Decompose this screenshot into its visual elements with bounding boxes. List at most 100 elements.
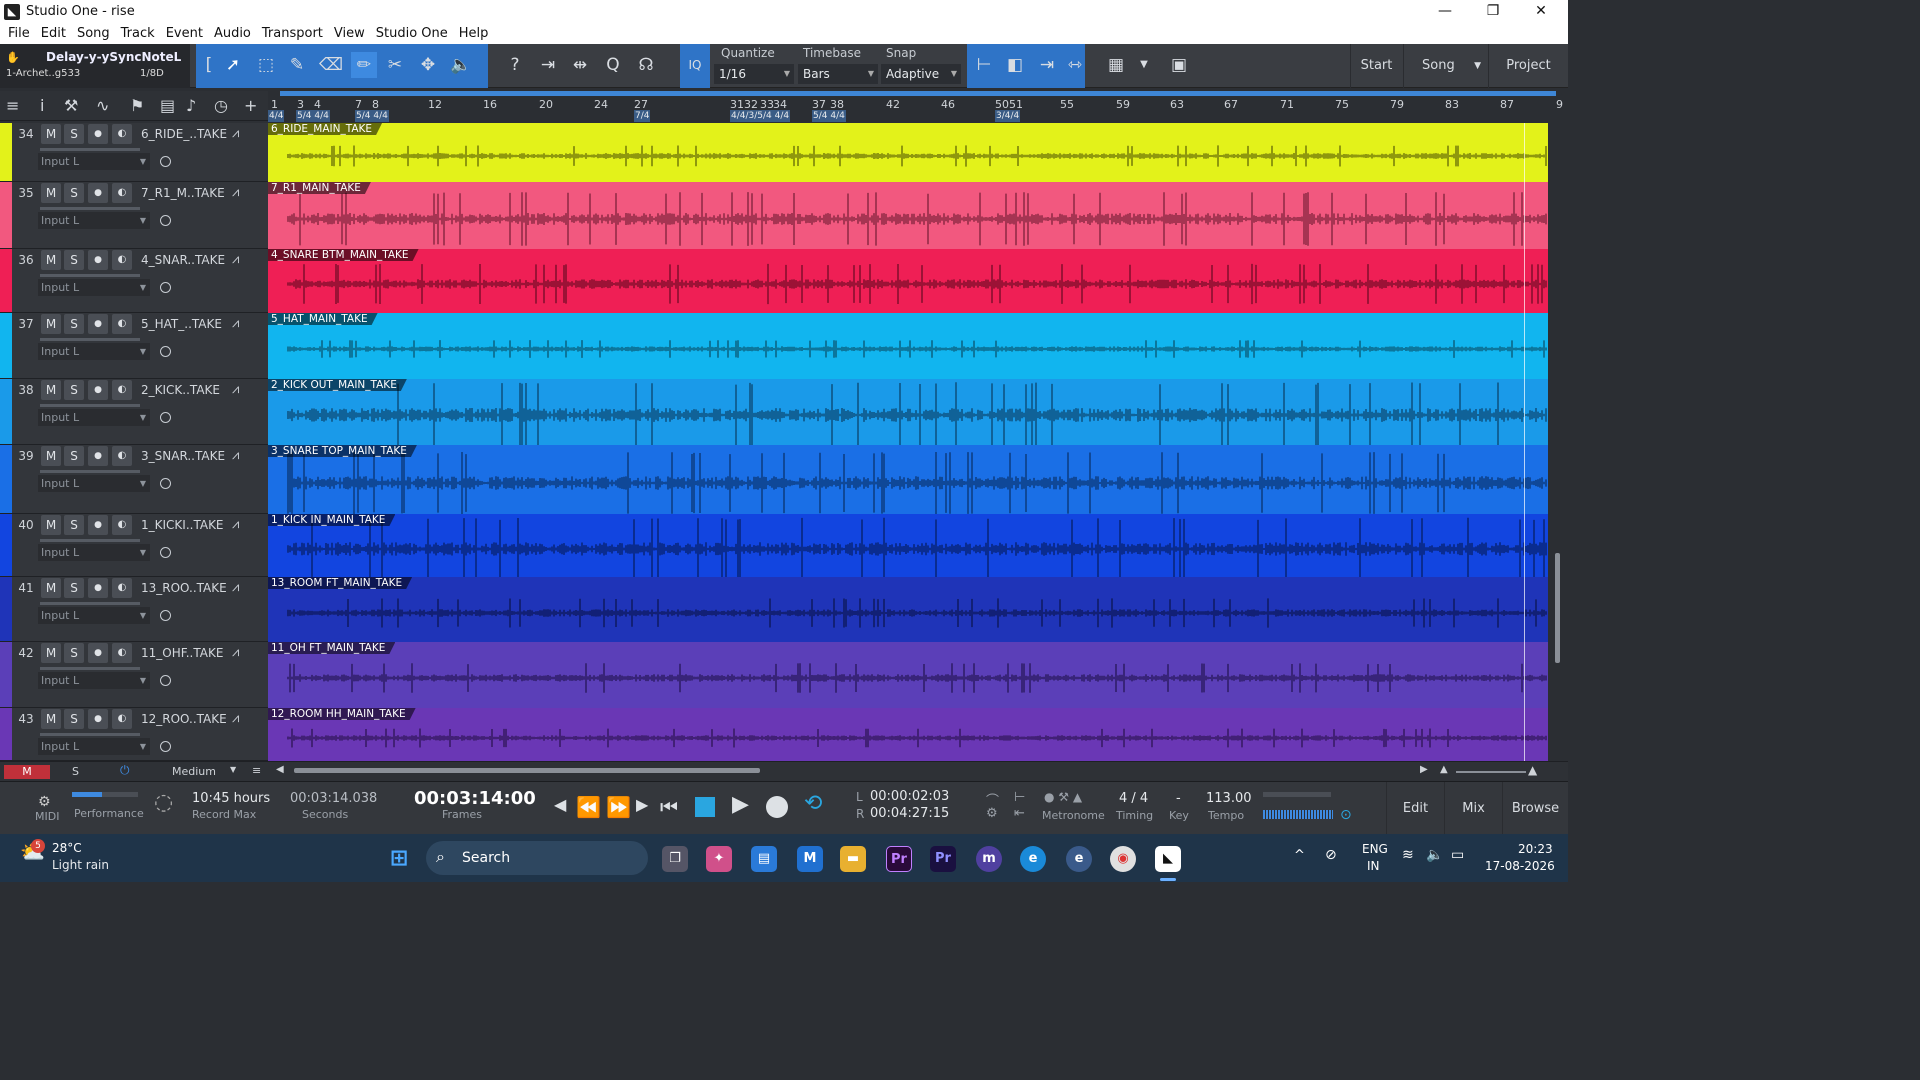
input-monitor-icon[interactable] (160, 675, 171, 686)
chord-icon[interactable]: ♪ (186, 96, 196, 115)
track-color-strip[interactable] (0, 642, 12, 707)
track-lane[interactable]: 11_OH FT_MAIN_TAKE (268, 642, 1548, 708)
input-select[interactable]: Input L ▼ (38, 672, 150, 689)
menu-view[interactable]: View (330, 26, 372, 41)
close-button[interactable]: ✕ (1518, 0, 1564, 23)
volume-fader[interactable] (40, 274, 140, 277)
track-color-strip[interactable] (0, 249, 12, 312)
monitor-button[interactable]: ◐ (112, 515, 132, 535)
track-name[interactable]: 6_RIDE_..TAKE (141, 127, 227, 141)
monitor-button[interactable]: ◐ (112, 314, 132, 334)
tempo-icon[interactable]: ◷ (214, 96, 228, 115)
time-signature-marker[interactable]: 7/4 (634, 110, 651, 122)
bend-tool-icon[interactable]: ✥ (415, 52, 441, 78)
track-header[interactable]: 35 M S ● ◐ 7_R1_M..TAKE ⩘ Input L ▼ (0, 182, 268, 249)
track-header[interactable]: 34 M S ● ◐ 6_RIDE_..TAKE ⩘ Input L ▼ (0, 123, 268, 182)
input-monitor-icon[interactable] (160, 610, 171, 621)
windows-start-icon[interactable]: ⊞ (386, 846, 412, 872)
menu-transport[interactable]: Transport (258, 26, 330, 41)
track-color-strip[interactable] (0, 708, 12, 760)
clip-name[interactable]: 7_R1_MAIN_TAKE (268, 182, 371, 194)
input-select[interactable]: Input L ▼ (38, 544, 150, 561)
song-button[interactable]: Song ▼ (1403, 44, 1487, 88)
volume-fader[interactable] (40, 148, 140, 151)
monitor-button[interactable]: ◐ (112, 578, 132, 598)
track-name[interactable]: 7_R1_M..TAKE (141, 186, 225, 200)
playback-cursor[interactable] (1524, 123, 1525, 761)
input-monitor-icon[interactable] (160, 741, 171, 752)
chevron-up-icon[interactable]: ^ (1294, 848, 1305, 863)
record-arm-button[interactable]: ● (88, 124, 108, 144)
record-arm-button[interactable]: ● (88, 578, 108, 598)
input-monitor-icon[interactable] (160, 412, 171, 423)
project-button[interactable]: Project (1488, 44, 1568, 88)
input-select[interactable]: Input L ▼ (38, 279, 150, 296)
track-header[interactable]: 38 M S ● ◐ 2_KICK..TAKE ⩘ Input L ▼ (0, 379, 268, 445)
marker-icon[interactable]: ⚑ (130, 96, 144, 115)
right-locator-value[interactable]: 00:04:27:15 (870, 806, 949, 821)
vertical-scrollbar[interactable] (1548, 123, 1568, 761)
toggle-icon[interactable]: ⊙ (1340, 807, 1352, 823)
chevron-down-icon[interactable]: ▼ (1131, 52, 1157, 78)
power-icon[interactable]: ⏻ (120, 763, 130, 778)
store-icon[interactable]: ▤ (751, 846, 777, 872)
clip-name[interactable]: 13_ROOM FT_MAIN_TAKE (268, 577, 412, 589)
time-signature-marker[interactable]: 3/4/4 (995, 110, 1021, 122)
snap-cursor-icon[interactable]: ⇥ (1034, 52, 1060, 78)
arrow-tool-icon[interactable]: ➚ (220, 52, 246, 78)
monitor-button[interactable]: ◐ (112, 380, 132, 400)
snap-select[interactable]: Adaptive ▼ (881, 64, 961, 84)
chevron-down-icon[interactable]: ▼ (230, 765, 236, 774)
record-button[interactable] (766, 796, 788, 818)
track-header[interactable]: 42 M S ● ◐ 11_OHF..TAKE ⩘ Input L ▼ (0, 642, 268, 708)
clip-name[interactable]: 6_RIDE_MAIN_TAKE (268, 123, 382, 135)
volume-fader[interactable] (40, 338, 140, 341)
autopunch-icon[interactable]: ⇤ (1014, 806, 1025, 821)
record-arm-button[interactable]: ● (88, 709, 108, 729)
maximize-button[interactable]: ❐ (1470, 0, 1516, 23)
language-region[interactable]: IN (1367, 859, 1380, 873)
record-arm-button[interactable]: ● (88, 250, 108, 270)
volume-fader[interactable] (40, 539, 140, 542)
track-name[interactable]: 11_OHF..TAKE (141, 646, 223, 660)
timing-value[interactable]: 4 / 4 (1119, 791, 1148, 806)
settings-gear-icon[interactable]: ⚙ (986, 806, 998, 821)
snap-events-icon[interactable]: ◧ (1002, 52, 1028, 78)
volume-fader[interactable] (40, 602, 140, 605)
record-arm-button[interactable]: ● (88, 183, 108, 203)
bracket-icon[interactable]: [ (196, 52, 222, 78)
instrument-value[interactable]: 1/8D (140, 68, 164, 79)
studio-one-taskbar-icon[interactable]: ◣ (1155, 846, 1181, 872)
time-signature-marker[interactable]: 5/4 4/4 (355, 110, 389, 122)
app-icon-blue[interactable]: Ⅿ (797, 846, 823, 872)
track-color-strip[interactable] (0, 313, 12, 378)
paint-tool-icon[interactable]: ✏ (351, 52, 377, 78)
tempo-value[interactable]: 113.00 (1206, 791, 1252, 806)
frames-value[interactable]: 00:03:14:00 (414, 788, 536, 809)
snap-split-icon[interactable]: ⇿ (1062, 52, 1088, 78)
task-view-icon[interactable]: ❐ (662, 846, 688, 872)
track-color-strip[interactable] (0, 445, 12, 513)
temperature[interactable]: 28°C (52, 841, 82, 855)
zoom-slider[interactable] (1456, 771, 1526, 773)
solo-button[interactable]: S (64, 183, 84, 203)
mute-button[interactable]: M (41, 578, 61, 598)
mute-button[interactable]: M (41, 380, 61, 400)
range-tool-icon[interactable]: ⬚ (253, 52, 279, 78)
clip-name[interactable]: 4_SNARE BTM_MAIN_TAKE (268, 249, 419, 261)
track-lane[interactable]: 3_SNARE TOP_MAIN_TAKE (268, 445, 1548, 514)
track-name[interactable]: 12_ROO..TAKE (141, 712, 227, 726)
track-color-strip[interactable] (0, 182, 12, 248)
list-menu-icon[interactable]: ≡ (6, 96, 19, 115)
track-name[interactable]: 2_KICK..TAKE (141, 383, 220, 397)
language-primary[interactable]: ENG (1362, 842, 1388, 856)
file-explorer-icon[interactable]: ▬ (840, 846, 866, 872)
global-mute-button[interactable]: M (4, 765, 50, 779)
track-name[interactable]: 5_HAT_..TAKE (141, 317, 222, 331)
copilot-icon[interactable]: ✦ (706, 846, 732, 872)
solo-button[interactable]: S (64, 643, 84, 663)
record-arm-button[interactable]: ● (88, 515, 108, 535)
input-monitor-icon[interactable] (160, 156, 171, 167)
solo-button[interactable]: S (64, 578, 84, 598)
premiere-rush-icon[interactable]: Pr (930, 846, 956, 872)
